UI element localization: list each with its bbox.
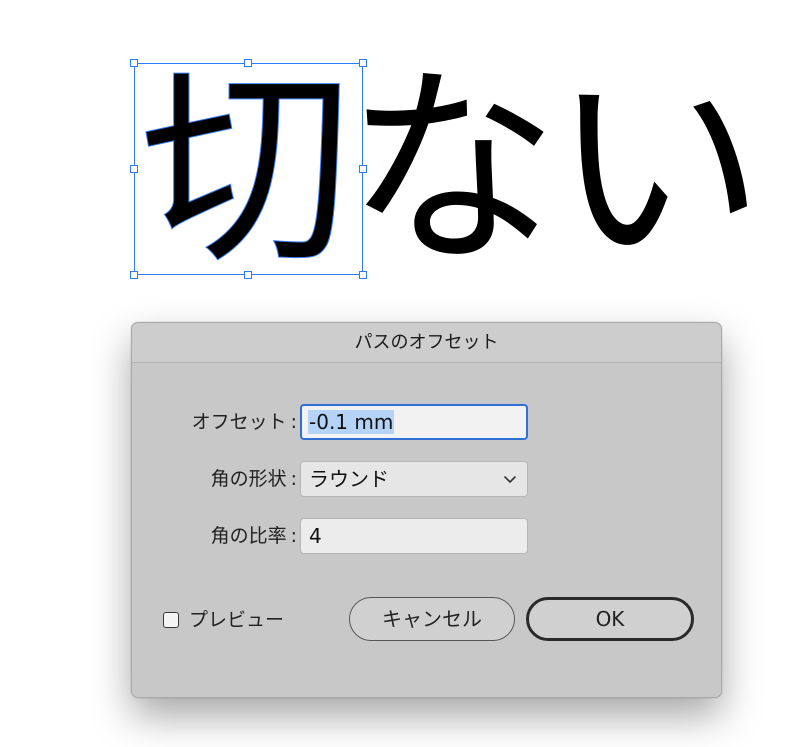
miter-row: 角の比率: 4 [132, 518, 721, 554]
miter-input[interactable]: 4 [300, 518, 528, 554]
joins-row: 角の形状: ラウンド [132, 461, 721, 497]
joins-label: 角の形状: [210, 468, 297, 490]
joins-value: ラウンド [309, 467, 389, 491]
text-glyphs[interactable]: ない [346, 55, 764, 285]
joins-select[interactable]: ラウンド [300, 461, 528, 497]
illustrator-canvas: 切ない パスのオフセット オフセット: -0.1 mm 角の形状: ラウンド 角… [0, 0, 800, 747]
selection-handle-top-middle[interactable] [244, 59, 252, 67]
selection-handle-top-right[interactable] [359, 59, 367, 67]
cancel-button[interactable]: キャンセル [349, 597, 515, 641]
selection-handle-top-left[interactable] [130, 59, 138, 67]
selection-handle-middle-right[interactable] [359, 165, 367, 173]
miter-label: 角の比率: [210, 525, 297, 547]
offset-path-dialog: パスのオフセット オフセット: -0.1 mm 角の形状: ラウンド 角の比率:… [131, 322, 722, 698]
preview-checkbox-row[interactable]: プレビュー [163, 607, 284, 633]
offset-value: -0.1 mm [308, 410, 395, 434]
selection-handle-bottom-middle[interactable] [244, 271, 252, 279]
selection-bounding-box[interactable] [134, 63, 363, 275]
selection-handle-bottom-right[interactable] [359, 271, 367, 279]
dialog-title: パスのオフセット [132, 323, 721, 363]
selection-handle-bottom-left[interactable] [130, 271, 138, 279]
offset-label: オフセット: [191, 411, 297, 433]
offset-row: オフセット: -0.1 mm [132, 404, 721, 440]
offset-input[interactable]: -0.1 mm [300, 404, 528, 440]
chevron-down-icon [503, 463, 517, 509]
preview-label: プレビュー [189, 609, 285, 631]
selection-handle-middle-left[interactable] [130, 165, 138, 173]
preview-checkbox[interactable] [163, 612, 179, 628]
ok-button[interactable]: OK [526, 597, 694, 641]
